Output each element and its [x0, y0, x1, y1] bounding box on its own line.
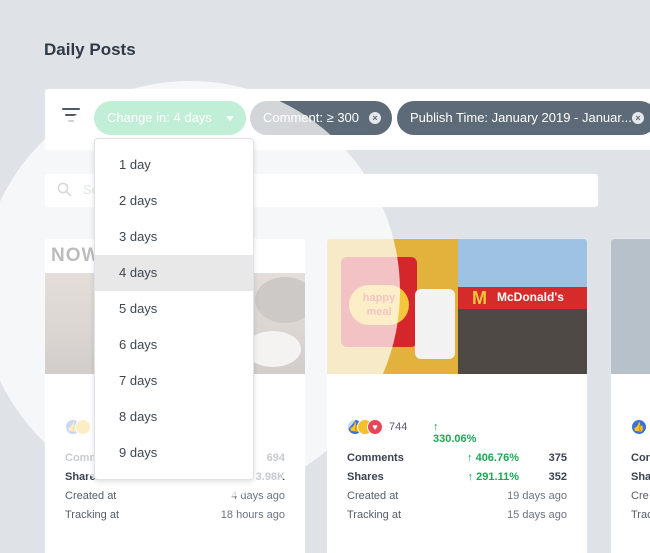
dropdown-option-6-days[interactable]: 6 days [95, 327, 253, 363]
shares-value: 352 [548, 471, 567, 483]
happy-meal-text: happy meal [349, 285, 409, 325]
dropdown-option-5-days[interactable]: 5 days [95, 291, 253, 327]
change-in-filter-chip[interactable]: Change in: 4 days [94, 101, 246, 135]
post-image [611, 239, 650, 374]
page-title: Daily Posts [44, 40, 136, 59]
created-value: 4 days ago [231, 490, 285, 502]
created-label: Created at [65, 490, 117, 502]
haha-icon [75, 419, 91, 435]
close-circle-icon[interactable]: × [369, 112, 381, 124]
comments-growth: ↑ 406.76% [467, 452, 519, 464]
tracking-row: Tracking at 15 days ago [347, 509, 567, 525]
reaction-count: 744 [389, 421, 408, 433]
comment-filter-chip[interactable]: Comment: ≥ 300 × [250, 101, 392, 135]
created-row: Created at 19 days ago [347, 490, 567, 506]
tracking-label: Trac [631, 509, 650, 521]
tracking-value: 18 hours ago [220, 509, 285, 521]
created-row: Created at 4 days ago [65, 490, 285, 506]
filter-lines-icon[interactable] [62, 108, 80, 122]
like-icon: 👍 [631, 419, 647, 435]
change-in-dropdown-menu: 1 day 2 days 3 days 4 days 5 days 6 days… [94, 138, 254, 480]
dropdown-option-3-days[interactable]: 3 days [95, 219, 253, 255]
mcdonalds-sign-text: McDonald's [497, 290, 564, 304]
shares-label: Shares [347, 471, 384, 483]
tracking-value: 15 days ago [507, 509, 567, 521]
dropdown-option-4-days[interactable]: 4 days [95, 255, 253, 291]
dropdown-option-2-days[interactable]: 2 days [95, 183, 253, 219]
tracking-row: Trac [631, 509, 650, 525]
comments-label: Con [631, 452, 650, 464]
tracking-row: Tracking at 18 hours ago [65, 509, 285, 525]
post-card[interactable]: 👍 Con Sha Cre Trac [610, 238, 650, 553]
reaction-growth: ↑ 330.06% [433, 421, 477, 445]
publish-time-filter-label: Publish Time: January 2019 - Januar... [410, 110, 632, 125]
shares-row: Shares ↑ 291.11% 352 [347, 471, 567, 487]
dropdown-option-7-days[interactable]: 7 days [95, 363, 253, 399]
post-card[interactable]: happy meal McDonald's M 👍 ♥ 744 ↑ 330.06… [326, 238, 588, 553]
created-label: Cre [631, 490, 649, 502]
close-circle-icon[interactable]: × [632, 112, 644, 124]
post-image: happy meal McDonald's M [327, 239, 587, 374]
tracking-label: Tracking at [347, 509, 402, 521]
search-icon [57, 182, 72, 197]
comments-value: 694 [266, 452, 285, 464]
comments-value: 375 [548, 452, 567, 464]
dropdown-option-8-days[interactable]: 8 days [95, 399, 253, 435]
shares-value: 3.98K [255, 471, 285, 483]
shares-label: Sha [631, 471, 650, 483]
caret-down-icon [226, 116, 234, 121]
shares-growth: ↑ 291.11% [467, 471, 519, 483]
love-icon: ♥ [367, 419, 383, 435]
created-label: Created at [347, 490, 399, 502]
comments-row: Comments ↑ 406.76% 375 [347, 452, 567, 468]
publish-time-filter-chip[interactable]: Publish Time: January 2019 - Januar... × [397, 101, 650, 135]
tracking-label: Tracking at [65, 509, 120, 521]
dropdown-option-1-day[interactable]: 1 day [95, 147, 253, 183]
dropdown-option-9-days[interactable]: 9 days [95, 435, 253, 471]
comments-label: Comments [347, 452, 404, 464]
shares-row: Sha [631, 471, 650, 487]
comments-row: Con [631, 452, 650, 468]
created-value: 19 days ago [507, 490, 567, 502]
comment-filter-label: Comment: ≥ 300 [263, 110, 360, 125]
created-row: Cre [631, 490, 649, 506]
change-in-label: Change in: 4 days [107, 110, 212, 125]
